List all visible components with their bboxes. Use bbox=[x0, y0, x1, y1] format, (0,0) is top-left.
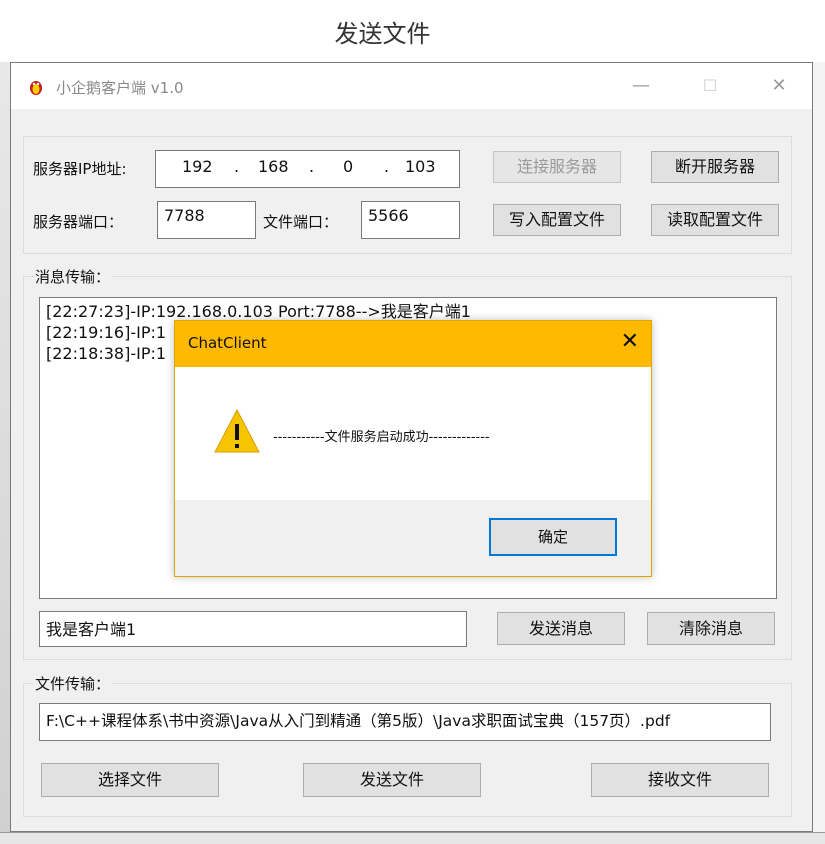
server-ip-label: 服务器IP地址: bbox=[33, 160, 127, 178]
page-caption: 发送文件 bbox=[334, 20, 431, 48]
title-bar[interactable]: 小企鹅客户端 v1.0 — ☐ ✕ bbox=[11, 63, 812, 109]
dialog-body: -----------文件服务启动成功------------- bbox=[175, 367, 651, 500]
send-message-button[interactable]: 发送消息 bbox=[497, 612, 625, 645]
chatclient-dialog: ChatClient ✕ -----------文件服务启动成功--------… bbox=[174, 320, 652, 577]
dialog-title-bar[interactable]: ChatClient ✕ bbox=[175, 321, 651, 367]
dialog-footer: 确定 bbox=[175, 500, 651, 576]
select-file-button[interactable]: 选择文件 bbox=[41, 763, 219, 797]
message-group-label: 消息传输： bbox=[33, 266, 113, 287]
ip-dot: . bbox=[384, 157, 390, 176]
ip-dot: . bbox=[234, 157, 240, 176]
file-port-label: 文件端口： bbox=[263, 213, 339, 231]
receive-file-button[interactable]: 接收文件 bbox=[591, 763, 769, 797]
dialog-message: -----------文件服务启动成功------------- bbox=[273, 430, 490, 445]
dialog-title: ChatClient bbox=[188, 334, 267, 352]
log-line: [22:27:23]-IP:192.168.0.103 Port:7788-->… bbox=[46, 302, 471, 321]
write-config-button[interactable]: 写入配置文件 bbox=[493, 204, 621, 236]
background-window-edge-right bbox=[813, 62, 825, 832]
maximize-button[interactable]: ☐ bbox=[687, 71, 733, 101]
clear-message-button[interactable]: 清除消息 bbox=[647, 612, 775, 645]
ip-octet-4: 103 bbox=[405, 157, 436, 176]
penguin-icon bbox=[30, 81, 42, 95]
connect-server-button[interactable]: 连接服务器 bbox=[493, 151, 621, 183]
ip-octet-3: 0 bbox=[343, 157, 354, 176]
warning-icon bbox=[214, 408, 260, 453]
file-group-label: 文件传输： bbox=[33, 673, 113, 694]
message-input[interactable]: 我是客户端1 bbox=[39, 611, 467, 647]
server-port-label: 服务器端口： bbox=[33, 213, 124, 231]
close-button[interactable]: ✕ bbox=[756, 71, 802, 101]
server-ip-field[interactable]: 192 . 168 . 0 . 103 bbox=[155, 150, 460, 188]
ok-button[interactable]: 确定 bbox=[489, 518, 617, 556]
ip-octet-1: 192 bbox=[182, 157, 213, 176]
dialog-close-icon[interactable]: ✕ bbox=[621, 329, 639, 354]
background-taskbar-edge bbox=[0, 832, 825, 844]
read-config-button[interactable]: 读取配置文件 bbox=[651, 204, 779, 236]
ip-octet-2: 168 bbox=[258, 157, 289, 176]
ip-dot: . bbox=[309, 157, 315, 176]
file-path-input[interactable]: F:\C++课程体系\书中资源\Java从入门到精通（第5版）\Java求职面试… bbox=[39, 703, 771, 741]
server-port-input[interactable]: 7788 bbox=[157, 201, 256, 239]
send-file-button[interactable]: 发送文件 bbox=[303, 763, 481, 797]
minimize-button[interactable]: — bbox=[618, 71, 664, 101]
window-title: 小企鹅客户端 v1.0 bbox=[56, 79, 184, 97]
file-port-input[interactable]: 5566 bbox=[361, 201, 460, 239]
disconnect-server-button[interactable]: 断开服务器 bbox=[651, 151, 779, 183]
